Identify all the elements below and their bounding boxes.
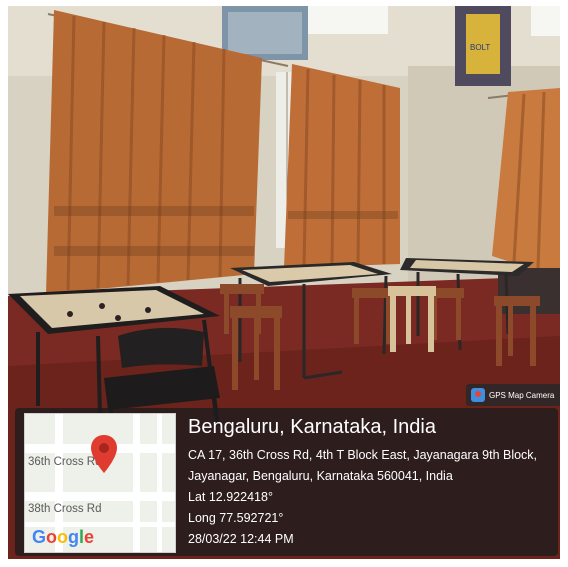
address-text: CA 17, 36th Cross Rd, 4th T Block East, … (188, 448, 538, 483)
photo-frame: BOLT GPS Map Camera 36th Cross Rd 38th C… (8, 6, 560, 559)
google-logo: Google (32, 527, 95, 547)
gps-map-camera-badge: GPS Map Camera (466, 384, 560, 406)
datetime-text: 28/03/22 12:44 PM (188, 532, 294, 546)
longitude-text: Long 77.592721° (188, 511, 284, 525)
latitude-text: Lat 12.922418° (188, 490, 273, 504)
map-pin-icon (91, 435, 117, 473)
gps-map-camera-icon (471, 388, 485, 402)
gps-badge-text: GPS Map Camera (489, 390, 555, 400)
map-thumbnail: 36th Cross Rd 38th Cross Rd Google (24, 413, 176, 553)
location-info: Bengaluru, Karnataka, India CA 17, 36th … (188, 416, 548, 550)
map-street-label: 38th Cross Rd (28, 503, 102, 515)
location-overlay: 36th Cross Rd 38th Cross Rd Google Benga… (15, 408, 558, 556)
poster-right-text: BOLT (470, 43, 490, 52)
place-title: Bengaluru, Karnataka, India (188, 416, 436, 438)
